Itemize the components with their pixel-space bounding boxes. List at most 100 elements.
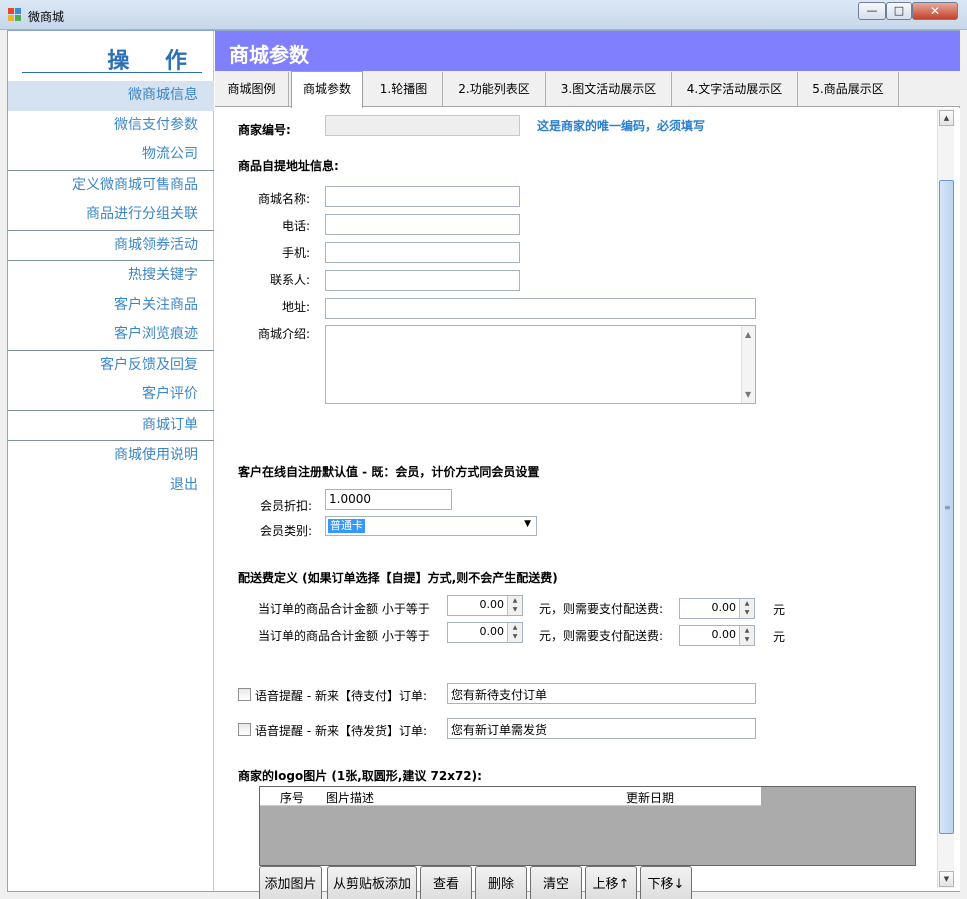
delivery-row-mid: 元，则需要支付配送费:: [539, 602, 664, 616]
delivery-amount-stepper[interactable]: 0.00 ▲ ▼: [447, 622, 523, 643]
sidebar-item-wechat-pay[interactable]: 微信支付参数: [8, 111, 214, 141]
stepper-buttons[interactable]: ▲ ▼: [739, 626, 754, 645]
pickup-heading: 商品自提地址信息:: [238, 159, 339, 173]
tab-text-activity[interactable]: 4.文字活动展示区: [672, 72, 798, 106]
tab-function-list[interactable]: 2.功能列表区: [443, 72, 546, 106]
stepper-down-icon[interactable]: ▼: [508, 632, 522, 641]
member-type-select[interactable]: 普通卡 ▼: [325, 516, 537, 536]
voice-ship-field[interactable]: 您有新订单需发货: [447, 718, 756, 739]
sidebar-item-shop-info[interactable]: 微商城信息: [8, 81, 214, 111]
stepper-up-icon[interactable]: ▲: [740, 626, 754, 635]
stepper-buttons[interactable]: ▲ ▼: [507, 596, 522, 615]
scroll-down-icon[interactable]: ▼: [939, 871, 954, 887]
sidebar-item-followed-products[interactable]: 客户关注商品: [8, 291, 214, 321]
member-type-value: 普通卡: [328, 519, 365, 533]
phone-field[interactable]: [325, 214, 520, 235]
textarea-scrollbar[interactable]: ▲ ▼: [741, 326, 755, 403]
delivery-row-prefix: 当订单的商品合计金额 小于等于: [258, 629, 430, 643]
sidebar-item-hot-keywords[interactable]: 热搜关键字: [8, 261, 214, 291]
tab-image-activity[interactable]: 3.图文活动展示区: [546, 72, 672, 106]
delivery-row-mid: 元，则需要支付配送费:: [539, 629, 664, 643]
form-content: 商家编号: 这是商家的唯一编码，必须填写 商品自提地址信息: 商城名称: 电话:…: [215, 108, 960, 899]
merchant-no-label: 商家编号:: [238, 123, 291, 137]
tab-shop-params[interactable]: 商城参数: [291, 71, 363, 108]
grid-col-index[interactable]: 序号: [280, 789, 304, 806]
voice-pay-field[interactable]: 您有新待支付订单: [447, 683, 756, 704]
discount-label: 会员折扣:: [260, 499, 313, 513]
sidebar-item-browse-history[interactable]: 客户浏览痕迹: [8, 320, 214, 350]
delivery-row-unit: 元: [773, 603, 786, 617]
sidebar-item-reviews[interactable]: 客户评价: [8, 380, 214, 410]
maximize-button[interactable]: □: [886, 2, 912, 20]
stepper-buttons[interactable]: ▲ ▼: [507, 623, 522, 642]
contact-field[interactable]: [325, 270, 520, 291]
stepper-buttons[interactable]: ▲ ▼: [739, 599, 754, 618]
sidebar-heading: 操 作: [107, 48, 201, 74]
stepper-value: 0.00: [479, 598, 505, 611]
stepper-up-icon[interactable]: ▲: [740, 599, 754, 608]
stepper-down-icon[interactable]: ▼: [740, 608, 754, 617]
grid-col-updated[interactable]: 更新日期: [626, 789, 674, 806]
stepper-value: 0.00: [711, 628, 737, 641]
delivery-fee-stepper[interactable]: 0.00 ▲ ▼: [679, 625, 755, 646]
sidebar-item-orders[interactable]: 商城订单: [8, 411, 214, 441]
tab-shop-legend[interactable]: 商城图例: [215, 72, 289, 106]
voice-pay-checkbox[interactable]: [238, 688, 251, 701]
sidebar-item-exit[interactable]: 退出: [8, 471, 214, 501]
phone-label: 电话:: [282, 219, 311, 233]
sidebar-item-logistics[interactable]: 物流公司: [8, 140, 214, 170]
scrollbar-thumb[interactable]: ≡: [939, 180, 954, 834]
scroll-up-icon[interactable]: ▲: [745, 330, 751, 339]
sidebar-item-product-groups[interactable]: 商品进行分组关联: [8, 200, 214, 230]
shop-name-field[interactable]: [325, 186, 520, 207]
logo-heading: 商家的logo图片 (1张,取圆形,建议 72x72):: [238, 769, 482, 783]
grip-icon: ≡: [944, 503, 951, 512]
sidebar-menu: 微商城信息 微信支付参数 物流公司 定义微商城可售商品 商品进行分组关联 商城领…: [8, 81, 214, 500]
grid-col-description[interactable]: 图片描述: [326, 789, 374, 806]
chevron-down-icon[interactable]: ▼: [524, 519, 531, 529]
delivery-fee-stepper[interactable]: 0.00 ▲ ▼: [679, 598, 755, 619]
minimize-button[interactable]: —: [858, 2, 886, 20]
stepper-down-icon[interactable]: ▼: [740, 635, 754, 644]
move-down-button[interactable]: 下移↓: [640, 866, 692, 899]
grid-header: 序号 图片描述 更新日期: [260, 787, 761, 806]
stepper-value: 0.00: [479, 625, 505, 638]
paste-image-button[interactable]: 从剪贴板添加: [327, 866, 417, 899]
logo-image-grid[interactable]: 序号 图片描述 更新日期: [259, 786, 916, 866]
delivery-row-unit: 元: [773, 630, 786, 644]
stepper-up-icon[interactable]: ▲: [508, 596, 522, 605]
page-title: 商城参数: [229, 43, 309, 67]
delete-button[interactable]: 删除: [475, 866, 527, 899]
sidebar-item-coupons[interactable]: 商城领券活动: [8, 231, 214, 261]
address-label: 地址:: [282, 300, 311, 314]
view-button[interactable]: 查看: [420, 866, 472, 899]
member-type-label: 会员类别:: [260, 524, 313, 538]
merchant-no-field[interactable]: [325, 115, 520, 136]
sidebar-item-sellable-products[interactable]: 定义微商城可售商品: [8, 171, 214, 201]
scroll-up-icon[interactable]: ▲: [939, 110, 954, 126]
sidebar-item-feedback[interactable]: 客户反馈及回复: [8, 351, 214, 381]
add-image-button[interactable]: 添加图片: [259, 866, 322, 899]
sidebar: 操 作 微商城信息 微信支付参数 物流公司 定义微商城可售商品 商品进行分组关联…: [8, 31, 214, 891]
voice-ship-checkbox[interactable]: [238, 723, 251, 736]
address-field[interactable]: [325, 298, 756, 319]
stepper-value: 0.00: [711, 601, 737, 614]
intro-textarea[interactable]: ▲ ▼: [325, 325, 756, 404]
delivery-amount-stepper[interactable]: 0.00 ▲ ▼: [447, 595, 523, 616]
close-button[interactable]: ✕: [912, 2, 958, 20]
tab-product-display[interactable]: 5.商品展示区: [798, 72, 899, 106]
intro-label: 商城介绍:: [258, 327, 311, 341]
mobile-field[interactable]: [325, 242, 520, 263]
scroll-down-icon[interactable]: ▼: [745, 390, 751, 399]
stepper-up-icon[interactable]: ▲: [508, 623, 522, 632]
move-up-button[interactable]: 上移↑: [585, 866, 637, 899]
clear-button[interactable]: 清空: [530, 866, 582, 899]
stepper-down-icon[interactable]: ▼: [508, 605, 522, 614]
voice-pay-label: 语音提醒 - 新来【待支付】订单:: [255, 689, 428, 703]
discount-field[interactable]: 1.0000: [325, 489, 452, 510]
tab-carousel[interactable]: 1.轮播图: [365, 72, 443, 106]
window-frame: 操 作 微商城信息 微信支付参数 物流公司 定义微商城可售商品 商品进行分组关联…: [7, 30, 960, 899]
contact-label: 联系人:: [270, 273, 311, 287]
content-scrollbar[interactable]: ▲ ≡ ▼: [937, 109, 954, 888]
sidebar-item-manual[interactable]: 商城使用说明: [8, 441, 214, 471]
